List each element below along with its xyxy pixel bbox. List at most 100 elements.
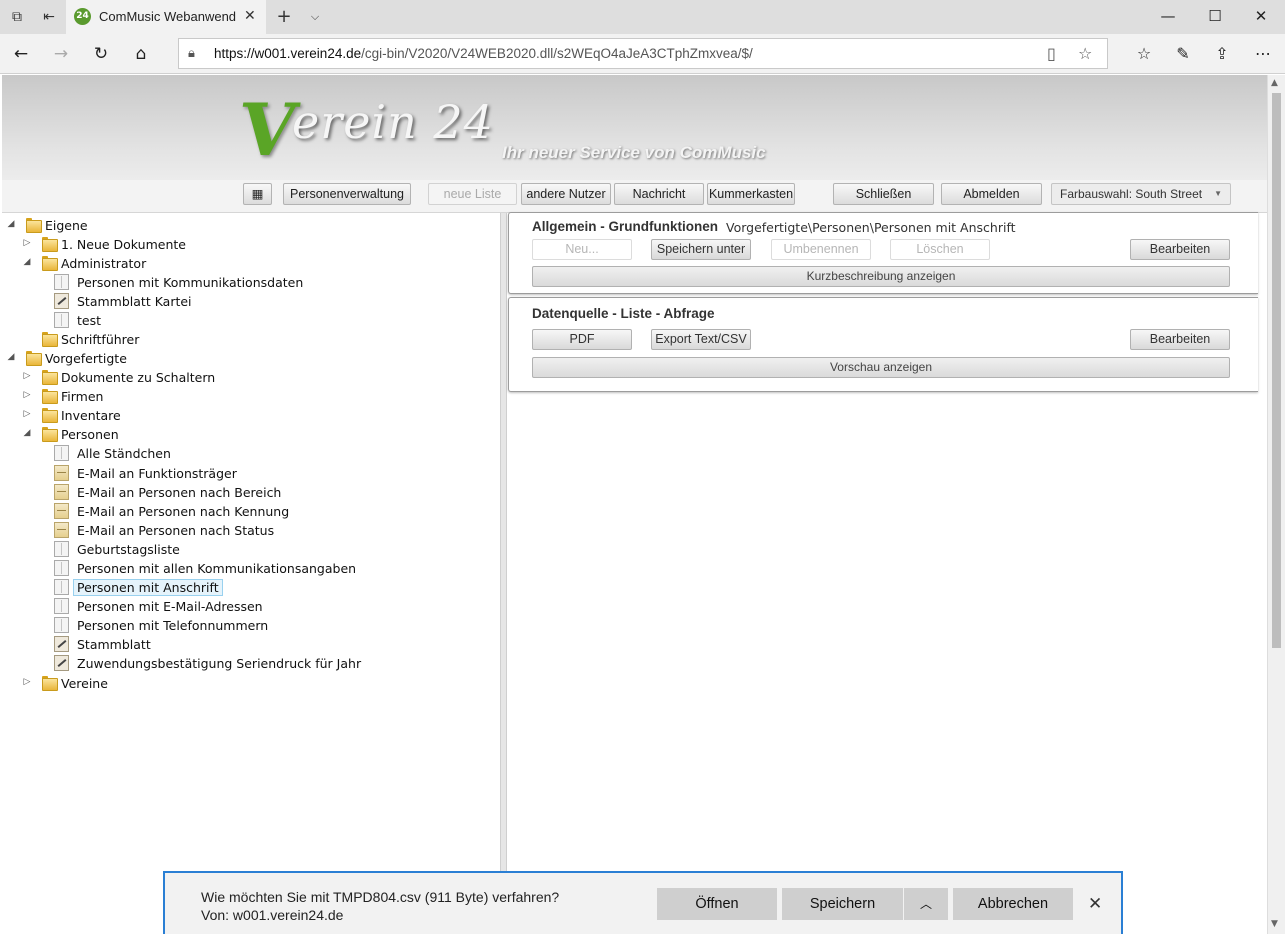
scrollbar-thumb[interactable] xyxy=(1272,93,1281,648)
abmelden-button[interactable]: Abmelden xyxy=(941,183,1042,205)
tree-label: Dokumente zu Schaltern xyxy=(61,370,216,385)
pane-splitter[interactable] xyxy=(500,213,507,934)
tab-aside-icon[interactable]: ⇤ xyxy=(40,8,58,26)
chevron-down-icon[interactable]: ⌵ xyxy=(306,8,324,26)
bearbeiten-button[interactable]: Bearbeiten xyxy=(1130,329,1230,350)
expand-icon[interactable]: ▷ xyxy=(22,371,32,381)
tree-label: Vereine xyxy=(61,676,108,691)
close-icon[interactable]: ✕ xyxy=(1088,894,1102,914)
page-scrollbar[interactable]: ▲ ▼ xyxy=(1267,75,1285,934)
close-icon[interactable]: ✕ xyxy=(1251,6,1271,26)
expand-icon[interactable]: ▷ xyxy=(22,677,32,687)
vorschau-button[interactable]: Vorschau anzeigen xyxy=(532,357,1230,378)
andere-nutzer-button[interactable]: andere Nutzer xyxy=(521,183,611,205)
folder-icon xyxy=(26,217,42,233)
kummerkasten-button[interactable]: Kummerkasten xyxy=(707,183,795,205)
scroll-down-icon[interactable]: ▼ xyxy=(1271,919,1278,929)
save-button[interactable]: Speichern xyxy=(782,888,903,920)
download-question: Wie möchten Sie mit TMPD804.csv (911 Byt… xyxy=(201,889,560,905)
collapse-icon[interactable]: ◢ xyxy=(22,428,32,438)
document-icon xyxy=(54,274,69,290)
arrow-right-icon: → xyxy=(53,44,69,64)
tree-label: E-Mail an Personen nach Status xyxy=(77,523,275,538)
document-icon xyxy=(54,598,69,614)
tree-label: Eigene xyxy=(45,218,88,233)
folder-icon xyxy=(42,407,58,423)
umbenennen-button: Umbenennen xyxy=(771,239,871,260)
mail-document-icon xyxy=(54,465,69,481)
document-icon xyxy=(54,579,69,595)
document-icon xyxy=(54,445,69,461)
expand-icon[interactable]: ▷ xyxy=(22,238,32,248)
favorites-list-icon[interactable]: ☆ xyxy=(1133,43,1155,65)
expand-icon[interactable]: ▷ xyxy=(22,390,32,400)
panel-title: Datenquelle - Liste - Abfrage xyxy=(532,306,715,321)
collapse-icon[interactable]: ◢ xyxy=(22,257,32,267)
arrow-left-icon[interactable]: ← xyxy=(10,43,32,65)
schliessen-button[interactable]: Schließen xyxy=(833,183,934,205)
expand-icon[interactable]: ▷ xyxy=(22,409,32,419)
neu-button: Neu... xyxy=(532,239,632,260)
bearbeiten-button[interactable]: Bearbeiten xyxy=(1130,239,1230,260)
open-button[interactable]: Öffnen xyxy=(657,888,777,920)
folder-icon xyxy=(42,388,58,404)
tab-actions-icon[interactable]: ⧉ xyxy=(8,8,26,26)
star-icon[interactable]: ☆ xyxy=(1078,44,1092,63)
folder-icon xyxy=(42,675,58,691)
address-bar: ← → ↻ ⌂ 🔒︎ https://w001.verein24.de/cgi-… xyxy=(0,34,1285,74)
tree-label: Vorgefertigte xyxy=(45,351,127,366)
home-icon[interactable]: ⌂ xyxy=(130,43,152,65)
farbauswahl-select[interactable]: Farbauswahl: South Street ▼ xyxy=(1051,183,1231,205)
collapse-icon[interactable]: ◢ xyxy=(6,352,16,362)
folder-icon xyxy=(42,331,58,347)
personenverwaltung-button[interactable]: Personenverwaltung xyxy=(283,183,411,205)
collapse-icon[interactable]: ◢ xyxy=(6,219,16,229)
save-options-chevron-up-icon[interactable]: ︿ xyxy=(904,888,948,920)
pdf-button[interactable]: PDF xyxy=(532,329,632,350)
menu-icon[interactable]: ▦ xyxy=(243,183,272,205)
tree-label: Zuwendungsbestätigung Seriendruck für Ja… xyxy=(77,656,362,671)
tab-close-icon[interactable]: ✕ xyxy=(244,8,256,24)
url-input[interactable]: 🔒︎ https://w001.verein24.de/cgi-bin/V202… xyxy=(178,38,1108,69)
more-icon[interactable]: ⋯ xyxy=(1252,43,1274,65)
browser-tab[interactable]: 24 ComMusic Webanwend ✕ xyxy=(66,0,266,34)
minimize-icon[interactable]: — xyxy=(1158,6,1178,26)
form-document-icon xyxy=(54,636,69,652)
plus-icon[interactable]: + xyxy=(275,8,293,26)
banner: V erein 24 Ihr neuer Service von ComMusi… xyxy=(2,75,1267,180)
nachricht-button[interactable]: Nachricht xyxy=(614,183,704,205)
neue-liste-button: neue Liste xyxy=(428,183,517,205)
tree-label: Geburtstagsliste xyxy=(77,542,180,557)
maximize-icon[interactable]: ☐ xyxy=(1205,6,1225,26)
app-toolbar: ▦ Personenverwaltung neue Liste andere N… xyxy=(2,180,1267,213)
farbauswahl-value: Farbauswahl: South Street xyxy=(1060,187,1203,201)
speichern-unter-button[interactable]: Speichern unter xyxy=(651,239,751,260)
document-icon xyxy=(54,560,69,576)
kurzbeschreibung-button[interactable]: Kurzbeschreibung anzeigen xyxy=(532,266,1230,287)
reading-view-icon[interactable]: ▯ xyxy=(1047,44,1056,63)
tree-label: Administrator xyxy=(61,256,147,271)
refresh-icon[interactable]: ↻ xyxy=(90,43,112,65)
tree-label: Personen xyxy=(61,427,119,442)
download-source: Von: w001.verein24.de xyxy=(201,907,344,923)
caret-down-icon: ▼ xyxy=(1214,189,1222,198)
url-path: /cgi-bin/V2020/V24WEB2020.dll/s2WEqO4aJe… xyxy=(361,46,753,61)
document-path: Vorgefertigte\Personen\Personen mit Ansc… xyxy=(726,220,1016,235)
tree-label: Personen mit Kommunikationsdaten xyxy=(77,275,304,290)
document-icon xyxy=(54,312,69,328)
browser-tab-bar: ⧉ ⇤ 24 ComMusic Webanwend ✕ + ⌵ — ☐ ✕ xyxy=(0,0,1285,34)
document-tree: ◢ Eigene ▷ 1. Neue Dokumente ◢ Administr… xyxy=(2,213,500,934)
url-host: https://w001.verein24.de xyxy=(214,46,362,61)
mail-document-icon xyxy=(54,503,69,519)
document-icon xyxy=(54,617,69,633)
pen-icon[interactable]: ✎ xyxy=(1172,43,1194,65)
folder-icon xyxy=(26,350,42,366)
web-page: V erein 24 Ihr neuer Service von ComMusi… xyxy=(2,75,1267,934)
folder-icon xyxy=(42,426,58,442)
tree-label: Stammblatt xyxy=(77,637,151,652)
share-icon[interactable]: ⇪ xyxy=(1211,43,1233,65)
cancel-button[interactable]: Abbrechen xyxy=(953,888,1073,920)
document-icon xyxy=(54,541,69,557)
export-csv-button[interactable]: Export Text/CSV xyxy=(651,329,751,350)
scroll-up-icon[interactable]: ▲ xyxy=(1271,78,1278,88)
